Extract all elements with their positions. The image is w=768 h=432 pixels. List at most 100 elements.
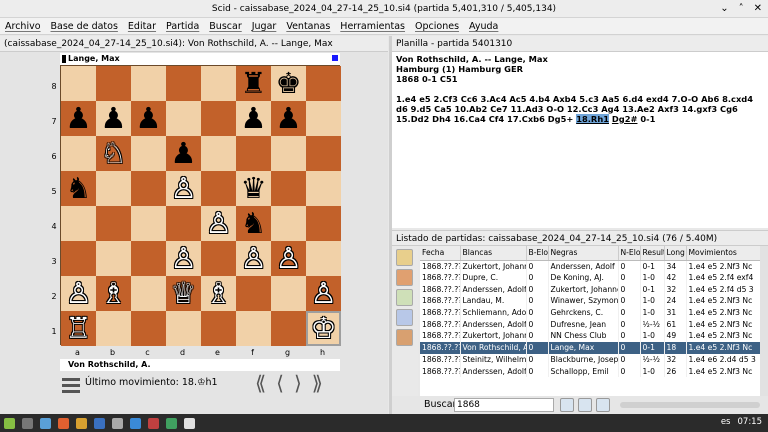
square-e6[interactable] (201, 136, 236, 171)
table-row[interactable]: 1868.??.??Zukertort, Johanne0NN Chess Cl… (420, 330, 760, 342)
square-f7[interactable]: ♟ (236, 101, 271, 136)
square-d4[interactable] (166, 206, 201, 241)
square-e8[interactable] (201, 66, 236, 101)
game-list-slider[interactable] (620, 402, 760, 408)
square-h3[interactable] (306, 241, 341, 276)
black-pawn-icon[interactable]: ♟ (276, 104, 302, 133)
book-icon[interactable] (396, 249, 413, 266)
square-a6[interactable] (61, 136, 96, 171)
table-row[interactable]: 1868.??.?? Anderssen, Adolf 0 Zukertort, Jo… (420, 283, 760, 296)
maximize-icon[interactable]: ˄ (739, 3, 744, 15)
square-d8[interactable] (166, 66, 201, 101)
desktop-icon[interactable] (22, 417, 33, 429)
white-pawn-icon[interactable]: ♙ (276, 244, 302, 273)
refresh-icon[interactable] (578, 398, 592, 412)
chess-board[interactable]: ♜ ♚ ♟ ♟ ♟ ♟ ♟ ♘ ♟ ♞ ♙ ♛ ♙ ♞ ♙ ♙ ♙ ♙ ♗ ♕ ♗ ♙ ♖ ♔ (60, 65, 341, 346)
column-header-black[interactable]: Negras (548, 246, 619, 261)
white-pawn-icon[interactable]: ♙ (66, 279, 92, 308)
square-b5[interactable] (96, 171, 131, 206)
white-pawn-icon[interactable]: ♙ (171, 244, 197, 273)
black-king-icon[interactable]: ♚ (276, 69, 302, 98)
app-icon[interactable] (166, 417, 177, 429)
white-king-icon[interactable]: ♔ (311, 314, 337, 343)
square-g6[interactable] (271, 136, 306, 171)
close-icon[interactable]: ✕ (754, 3, 762, 15)
square-b3[interactable] (96, 241, 131, 276)
folder-icon[interactable] (76, 417, 87, 429)
menu-jugar[interactable]: Jugar (252, 18, 277, 34)
square-c7[interactable]: ♟ (131, 101, 166, 136)
square-a5[interactable]: ♞ (61, 171, 96, 206)
table-row[interactable]: 1868.??.?? Anderssen, Adolf 0 Dufresne, Jea… (420, 318, 760, 331)
start-menu-icon[interactable] (4, 417, 15, 429)
white-pawn-icon[interactable]: ♙ (241, 244, 267, 273)
square-a8[interactable] (61, 66, 96, 101)
column-header-date[interactable]: Fecha (420, 246, 461, 261)
white-pawn-icon[interactable]: ♙ (206, 209, 232, 238)
menu-editar[interactable]: Editar (128, 18, 156, 34)
app-icon[interactable] (94, 417, 105, 429)
black-pawn-icon[interactable]: ♟ (241, 104, 267, 133)
square-h8[interactable] (306, 66, 341, 101)
square-c3[interactable] (131, 241, 166, 276)
square-e2[interactable]: ♗ (201, 276, 236, 311)
square-g3[interactable]: ♙ (271, 241, 306, 276)
square-h5[interactable] (306, 171, 341, 206)
menu-base-de-datos[interactable]: Base de datos (51, 18, 118, 34)
filter-icon[interactable] (596, 398, 610, 412)
square-h1[interactable]: ♔ (306, 311, 341, 346)
square-c8[interactable] (131, 66, 166, 101)
column-header-length[interactable]: Long (664, 246, 687, 261)
browser-icon[interactable] (58, 417, 69, 429)
menu-icon[interactable] (62, 377, 80, 393)
notation-pane[interactable]: Von Rothschild, A. -- Lange, Max Hamburg… (392, 52, 768, 228)
first-move-button[interactable]: ⟪ (255, 371, 266, 395)
square-g5[interactable] (271, 171, 306, 206)
black-pawn-icon[interactable]: ♟ (101, 104, 127, 133)
square-e5[interactable] (201, 171, 236, 206)
menu-archivo[interactable]: Archivo (5, 18, 41, 34)
column-header-white[interactable]: Blancas (460, 246, 527, 261)
table-row[interactable]: 1868.??.??Zukertort, Johanne0Anderssen, … (420, 260, 760, 272)
square-d3[interactable]: ♙ (166, 241, 201, 276)
square-c1[interactable] (131, 311, 166, 346)
square-e3[interactable] (201, 241, 236, 276)
white-bishop-icon[interactable]: ♗ (101, 279, 127, 308)
square-a1[interactable]: ♖ (61, 311, 96, 346)
white-rook-icon[interactable]: ♖ (66, 314, 92, 343)
square-a3[interactable] (61, 241, 96, 276)
column-header-white-elo[interactable]: B-Elo (526, 246, 549, 261)
square-a4[interactable] (61, 206, 96, 241)
square-d1[interactable] (166, 311, 201, 346)
prev-move-button[interactable]: ⟨ (276, 371, 284, 395)
white-pawn-icon[interactable]: ♙ (311, 279, 337, 308)
menu-buscar[interactable]: Buscar (209, 18, 241, 34)
square-g7[interactable]: ♟ (271, 101, 306, 136)
chess-app-icon[interactable] (184, 417, 195, 429)
square-f3[interactable]: ♙ (236, 241, 271, 276)
square-f6[interactable] (236, 136, 271, 171)
white-bishop-icon[interactable]: ♗ (206, 279, 232, 308)
black-queen-icon[interactable]: ♛ (241, 174, 267, 203)
square-f1[interactable] (236, 311, 271, 346)
column-header-black-elo[interactable]: N-Elo (618, 246, 641, 261)
table-row[interactable]: 1868.??.?? Steinitz, Wilhelm 0 Blackburne, … (420, 353, 760, 366)
square-f5[interactable]: ♛ (236, 171, 271, 206)
app-icon[interactable] (148, 417, 159, 429)
square-f4[interactable]: ♞ (236, 206, 271, 241)
square-g2[interactable] (271, 276, 306, 311)
table-row[interactable]: 1868.??.?? Anderssen, Adolf 0 Schallopp, Em… (420, 365, 760, 377)
game-list-scrollbar[interactable] (760, 246, 768, 396)
square-d6[interactable]: ♟ (166, 136, 201, 171)
next-move-button[interactable]: ⟩ (294, 371, 302, 395)
square-b1[interactable] (96, 311, 131, 346)
black-pawn-icon[interactable]: ♟ (66, 104, 92, 133)
files-icon[interactable] (40, 417, 51, 429)
search-icon[interactable] (560, 398, 574, 412)
square-h7[interactable] (306, 101, 341, 136)
clock[interactable]: 07:15 (738, 417, 763, 427)
black-knight-icon[interactable]: ♞ (241, 209, 267, 238)
black-pawn-icon[interactable]: ♟ (171, 139, 197, 168)
menu-opciones[interactable]: Opciones (415, 18, 459, 34)
square-d2[interactable]: ♕ (166, 276, 201, 311)
